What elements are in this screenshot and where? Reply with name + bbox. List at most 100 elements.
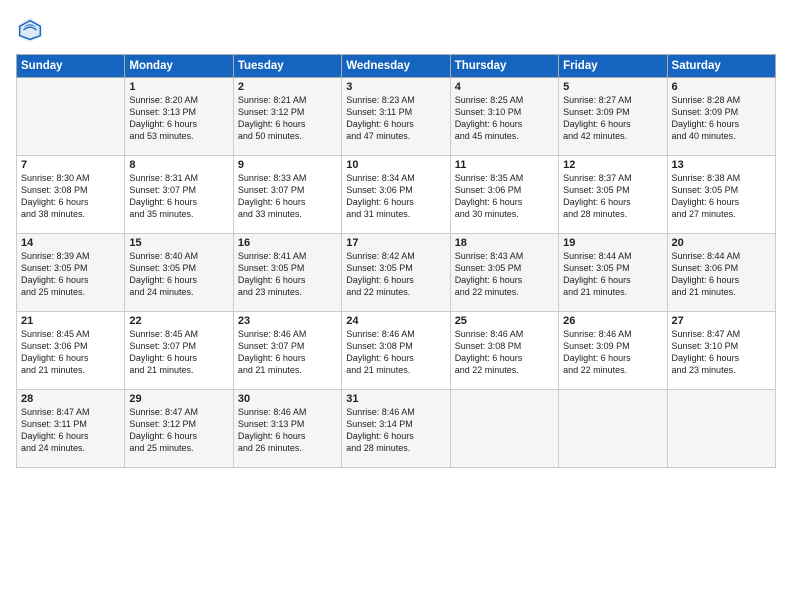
day-number: 16 bbox=[238, 237, 337, 249]
week-row-2: 7Sunrise: 8:30 AM Sunset: 3:08 PM Daylig… bbox=[17, 156, 776, 234]
header-row: SundayMondayTuesdayWednesdayThursdayFrid… bbox=[17, 55, 776, 78]
day-number: 26 bbox=[563, 315, 662, 327]
cell-1-2: 1Sunrise: 8:20 AM Sunset: 3:13 PM Daylig… bbox=[125, 78, 233, 156]
day-number: 31 bbox=[346, 393, 445, 405]
day-number: 27 bbox=[672, 315, 771, 327]
day-number: 4 bbox=[455, 81, 554, 93]
day-number: 18 bbox=[455, 237, 554, 249]
day-number: 10 bbox=[346, 159, 445, 171]
day-info: Sunrise: 8:45 AM Sunset: 3:06 PM Dayligh… bbox=[21, 328, 120, 377]
cell-5-6 bbox=[559, 390, 667, 468]
day-number: 23 bbox=[238, 315, 337, 327]
week-row-1: 1Sunrise: 8:20 AM Sunset: 3:13 PM Daylig… bbox=[17, 78, 776, 156]
header bbox=[16, 16, 776, 44]
cell-3-1: 14Sunrise: 8:39 AM Sunset: 3:05 PM Dayli… bbox=[17, 234, 125, 312]
cell-2-6: 12Sunrise: 8:37 AM Sunset: 3:05 PM Dayli… bbox=[559, 156, 667, 234]
day-number: 8 bbox=[129, 159, 228, 171]
cell-4-4: 24Sunrise: 8:46 AM Sunset: 3:08 PM Dayli… bbox=[342, 312, 450, 390]
day-info: Sunrise: 8:46 AM Sunset: 3:07 PM Dayligh… bbox=[238, 328, 337, 377]
cell-3-4: 17Sunrise: 8:42 AM Sunset: 3:05 PM Dayli… bbox=[342, 234, 450, 312]
day-number: 21 bbox=[21, 315, 120, 327]
day-number: 22 bbox=[129, 315, 228, 327]
logo-icon bbox=[16, 16, 44, 44]
day-number: 7 bbox=[21, 159, 120, 171]
day-info: Sunrise: 8:27 AM Sunset: 3:09 PM Dayligh… bbox=[563, 94, 662, 143]
cell-3-2: 15Sunrise: 8:40 AM Sunset: 3:05 PM Dayli… bbox=[125, 234, 233, 312]
calendar-table: SundayMondayTuesdayWednesdayThursdayFrid… bbox=[16, 54, 776, 468]
day-info: Sunrise: 8:41 AM Sunset: 3:05 PM Dayligh… bbox=[238, 250, 337, 299]
day-info: Sunrise: 8:37 AM Sunset: 3:05 PM Dayligh… bbox=[563, 172, 662, 221]
cell-5-3: 30Sunrise: 8:46 AM Sunset: 3:13 PM Dayli… bbox=[233, 390, 341, 468]
week-row-4: 21Sunrise: 8:45 AM Sunset: 3:06 PM Dayli… bbox=[17, 312, 776, 390]
cell-3-7: 20Sunrise: 8:44 AM Sunset: 3:06 PM Dayli… bbox=[667, 234, 775, 312]
day-info: Sunrise: 8:31 AM Sunset: 3:07 PM Dayligh… bbox=[129, 172, 228, 221]
day-info: Sunrise: 8:42 AM Sunset: 3:05 PM Dayligh… bbox=[346, 250, 445, 299]
day-number: 25 bbox=[455, 315, 554, 327]
day-info: Sunrise: 8:46 AM Sunset: 3:08 PM Dayligh… bbox=[455, 328, 554, 377]
day-info: Sunrise: 8:40 AM Sunset: 3:05 PM Dayligh… bbox=[129, 250, 228, 299]
day-info: Sunrise: 8:46 AM Sunset: 3:14 PM Dayligh… bbox=[346, 406, 445, 455]
day-info: Sunrise: 8:45 AM Sunset: 3:07 PM Dayligh… bbox=[129, 328, 228, 377]
day-number: 20 bbox=[672, 237, 771, 249]
day-number: 6 bbox=[672, 81, 771, 93]
day-info: Sunrise: 8:25 AM Sunset: 3:10 PM Dayligh… bbox=[455, 94, 554, 143]
cell-3-3: 16Sunrise: 8:41 AM Sunset: 3:05 PM Dayli… bbox=[233, 234, 341, 312]
day-info: Sunrise: 8:34 AM Sunset: 3:06 PM Dayligh… bbox=[346, 172, 445, 221]
cell-2-3: 9Sunrise: 8:33 AM Sunset: 3:07 PM Daylig… bbox=[233, 156, 341, 234]
cell-4-2: 22Sunrise: 8:45 AM Sunset: 3:07 PM Dayli… bbox=[125, 312, 233, 390]
day-info: Sunrise: 8:47 AM Sunset: 3:10 PM Dayligh… bbox=[672, 328, 771, 377]
day-number: 30 bbox=[238, 393, 337, 405]
day-info: Sunrise: 8:33 AM Sunset: 3:07 PM Dayligh… bbox=[238, 172, 337, 221]
day-info: Sunrise: 8:46 AM Sunset: 3:08 PM Dayligh… bbox=[346, 328, 445, 377]
day-info: Sunrise: 8:47 AM Sunset: 3:11 PM Dayligh… bbox=[21, 406, 120, 455]
cell-3-6: 19Sunrise: 8:44 AM Sunset: 3:05 PM Dayli… bbox=[559, 234, 667, 312]
day-info: Sunrise: 8:44 AM Sunset: 3:05 PM Dayligh… bbox=[563, 250, 662, 299]
day-number: 28 bbox=[21, 393, 120, 405]
cell-1-1 bbox=[17, 78, 125, 156]
week-row-3: 14Sunrise: 8:39 AM Sunset: 3:05 PM Dayli… bbox=[17, 234, 776, 312]
page: SundayMondayTuesdayWednesdayThursdayFrid… bbox=[0, 0, 792, 612]
day-number: 14 bbox=[21, 237, 120, 249]
cell-2-2: 8Sunrise: 8:31 AM Sunset: 3:07 PM Daylig… bbox=[125, 156, 233, 234]
col-header-saturday: Saturday bbox=[667, 55, 775, 78]
day-info: Sunrise: 8:35 AM Sunset: 3:06 PM Dayligh… bbox=[455, 172, 554, 221]
col-header-tuesday: Tuesday bbox=[233, 55, 341, 78]
day-info: Sunrise: 8:46 AM Sunset: 3:09 PM Dayligh… bbox=[563, 328, 662, 377]
day-number: 15 bbox=[129, 237, 228, 249]
col-header-sunday: Sunday bbox=[17, 55, 125, 78]
col-header-friday: Friday bbox=[559, 55, 667, 78]
day-number: 19 bbox=[563, 237, 662, 249]
cell-1-5: 4Sunrise: 8:25 AM Sunset: 3:10 PM Daylig… bbox=[450, 78, 558, 156]
cell-2-7: 13Sunrise: 8:38 AM Sunset: 3:05 PM Dayli… bbox=[667, 156, 775, 234]
cell-3-5: 18Sunrise: 8:43 AM Sunset: 3:05 PM Dayli… bbox=[450, 234, 558, 312]
cell-5-4: 31Sunrise: 8:46 AM Sunset: 3:14 PM Dayli… bbox=[342, 390, 450, 468]
cell-5-5 bbox=[450, 390, 558, 468]
cell-5-2: 29Sunrise: 8:47 AM Sunset: 3:12 PM Dayli… bbox=[125, 390, 233, 468]
day-info: Sunrise: 8:23 AM Sunset: 3:11 PM Dayligh… bbox=[346, 94, 445, 143]
cell-1-7: 6Sunrise: 8:28 AM Sunset: 3:09 PM Daylig… bbox=[667, 78, 775, 156]
cell-4-5: 25Sunrise: 8:46 AM Sunset: 3:08 PM Dayli… bbox=[450, 312, 558, 390]
day-info: Sunrise: 8:46 AM Sunset: 3:13 PM Dayligh… bbox=[238, 406, 337, 455]
day-info: Sunrise: 8:21 AM Sunset: 3:12 PM Dayligh… bbox=[238, 94, 337, 143]
cell-4-6: 26Sunrise: 8:46 AM Sunset: 3:09 PM Dayli… bbox=[559, 312, 667, 390]
cell-2-5: 11Sunrise: 8:35 AM Sunset: 3:06 PM Dayli… bbox=[450, 156, 558, 234]
day-info: Sunrise: 8:20 AM Sunset: 3:13 PM Dayligh… bbox=[129, 94, 228, 143]
day-info: Sunrise: 8:38 AM Sunset: 3:05 PM Dayligh… bbox=[672, 172, 771, 221]
day-info: Sunrise: 8:47 AM Sunset: 3:12 PM Dayligh… bbox=[129, 406, 228, 455]
cell-2-1: 7Sunrise: 8:30 AM Sunset: 3:08 PM Daylig… bbox=[17, 156, 125, 234]
day-number: 1 bbox=[129, 81, 228, 93]
day-number: 11 bbox=[455, 159, 554, 171]
day-number: 2 bbox=[238, 81, 337, 93]
day-info: Sunrise: 8:28 AM Sunset: 3:09 PM Dayligh… bbox=[672, 94, 771, 143]
cell-5-7 bbox=[667, 390, 775, 468]
cell-1-4: 3Sunrise: 8:23 AM Sunset: 3:11 PM Daylig… bbox=[342, 78, 450, 156]
day-number: 12 bbox=[563, 159, 662, 171]
col-header-wednesday: Wednesday bbox=[342, 55, 450, 78]
day-info: Sunrise: 8:39 AM Sunset: 3:05 PM Dayligh… bbox=[21, 250, 120, 299]
week-row-5: 28Sunrise: 8:47 AM Sunset: 3:11 PM Dayli… bbox=[17, 390, 776, 468]
day-number: 24 bbox=[346, 315, 445, 327]
cell-4-3: 23Sunrise: 8:46 AM Sunset: 3:07 PM Dayli… bbox=[233, 312, 341, 390]
col-header-thursday: Thursday bbox=[450, 55, 558, 78]
day-number: 13 bbox=[672, 159, 771, 171]
day-number: 5 bbox=[563, 81, 662, 93]
